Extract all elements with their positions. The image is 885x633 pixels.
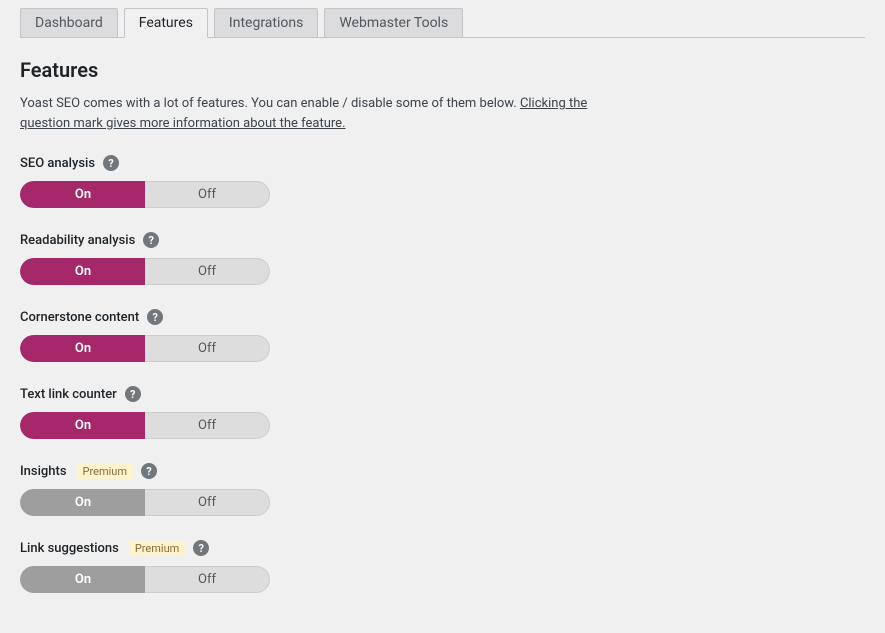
feature-seo-analysis: SEO analysis ? On Off bbox=[20, 155, 865, 208]
toggle-group: On Off bbox=[20, 412, 270, 439]
premium-badge: Premium bbox=[129, 541, 185, 556]
feature-cornerstone-content: Cornerstone content ? On Off bbox=[20, 309, 865, 362]
toggle-off[interactable]: Off bbox=[145, 181, 270, 208]
toggle-off[interactable]: Off bbox=[145, 412, 270, 439]
feature-insights: Insights Premium ? On Off bbox=[20, 463, 865, 516]
feature-label: Link suggestions bbox=[20, 541, 119, 556]
toggle-on[interactable]: On bbox=[20, 335, 145, 362]
feature-label: SEO analysis bbox=[20, 156, 95, 171]
toggle-group: On Off bbox=[20, 258, 270, 285]
tab-webmaster-tools[interactable]: Webmaster Tools bbox=[324, 8, 463, 38]
toggle-group: On Off bbox=[20, 489, 270, 516]
toggle-off[interactable]: Off bbox=[145, 258, 270, 285]
feature-label: Readability analysis bbox=[20, 233, 135, 248]
help-icon[interactable]: ? bbox=[103, 155, 119, 171]
feature-label: Text link counter bbox=[20, 387, 117, 402]
feature-label: Cornerstone content bbox=[20, 310, 139, 325]
help-icon[interactable]: ? bbox=[193, 540, 209, 556]
toggle-group: On Off bbox=[20, 566, 270, 593]
toggle-group: On Off bbox=[20, 181, 270, 208]
toggle-off: Off bbox=[145, 489, 270, 516]
help-icon[interactable]: ? bbox=[143, 232, 159, 248]
toggle-on: On bbox=[20, 566, 145, 593]
section-desc-text: Yoast SEO comes with a lot of features. … bbox=[20, 96, 520, 111]
help-icon[interactable]: ? bbox=[125, 386, 141, 402]
tabs-nav: Dashboard Features Integrations Webmaste… bbox=[20, 0, 865, 38]
feature-link-suggestions: Link suggestions Premium ? On Off bbox=[20, 540, 865, 593]
section-description: Yoast SEO comes with a lot of features. … bbox=[20, 94, 620, 133]
help-icon[interactable]: ? bbox=[141, 463, 157, 479]
section-title: Features bbox=[20, 58, 865, 82]
tab-integrations[interactable]: Integrations bbox=[214, 8, 318, 38]
toggle-group: On Off bbox=[20, 335, 270, 362]
toggle-off: Off bbox=[145, 566, 270, 593]
toggle-on[interactable]: On bbox=[20, 181, 145, 208]
help-icon[interactable]: ? bbox=[147, 309, 163, 325]
feature-text-link-counter: Text link counter ? On Off bbox=[20, 386, 865, 439]
toggle-on[interactable]: On bbox=[20, 412, 145, 439]
toggle-off[interactable]: Off bbox=[145, 335, 270, 362]
toggle-on: On bbox=[20, 489, 145, 516]
tab-dashboard[interactable]: Dashboard bbox=[20, 8, 118, 38]
feature-label: Insights bbox=[20, 464, 67, 479]
feature-readability-analysis: Readability analysis ? On Off bbox=[20, 232, 865, 285]
toggle-on[interactable]: On bbox=[20, 258, 145, 285]
premium-badge: Premium bbox=[77, 464, 133, 479]
tab-features[interactable]: Features bbox=[124, 8, 208, 38]
